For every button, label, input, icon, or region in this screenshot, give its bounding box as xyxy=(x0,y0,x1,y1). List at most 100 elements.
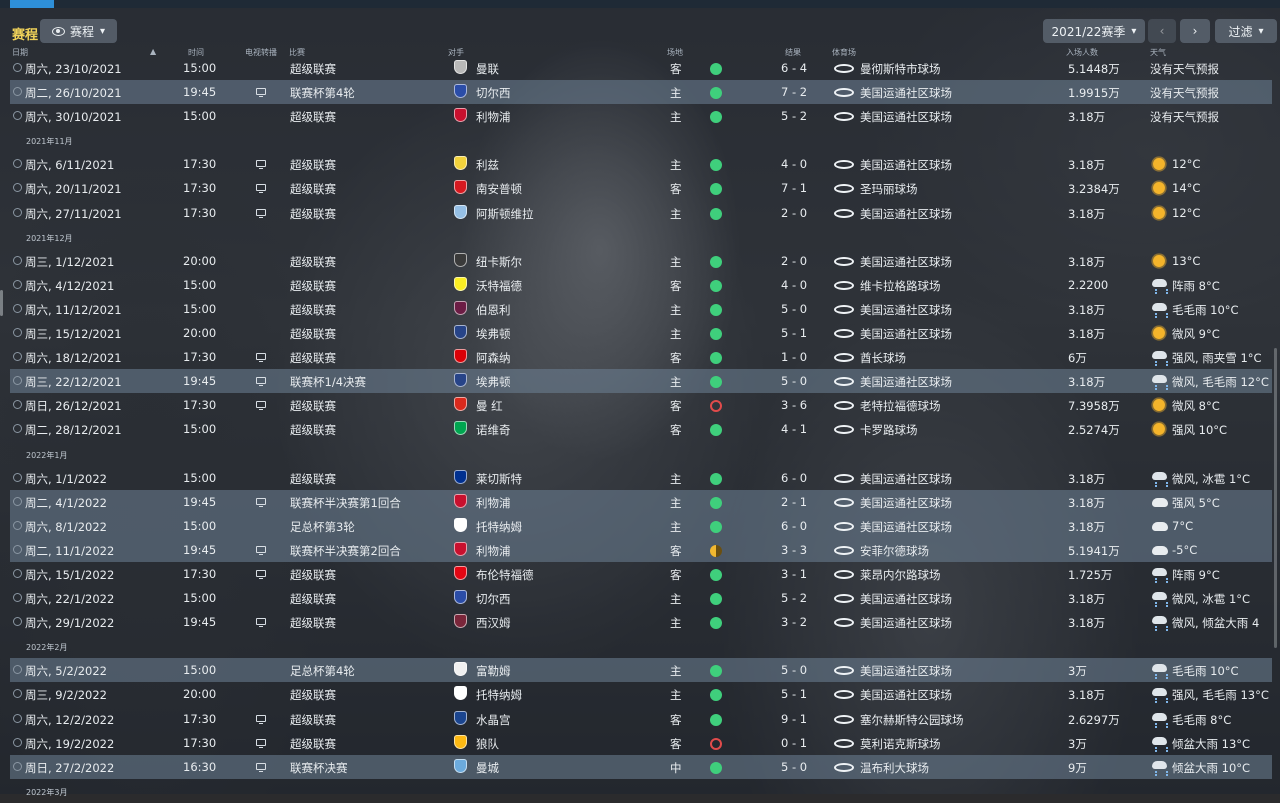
opponent-name[interactable]: 南安普顿 xyxy=(476,181,522,197)
season-dropdown-button[interactable]: 2021/22赛季 ▾ xyxy=(1043,19,1145,43)
opponent-name[interactable]: 埃弗顿 xyxy=(476,326,511,342)
opponent-name[interactable]: 纽卡斯尔 xyxy=(476,254,522,270)
opponent-name[interactable]: 曼城 xyxy=(476,760,499,776)
match-competition[interactable]: 联赛杯半决赛第2回合 xyxy=(290,543,401,559)
match-score[interactable]: 5 - 0 xyxy=(781,760,807,774)
opponent-name[interactable]: 诺维奇 xyxy=(476,422,511,438)
fixture-row[interactable]: 周六, 30/10/2021 15:00 超级联赛 利物浦 主 5 - 2 美国运通社区球场… xyxy=(10,104,1272,128)
fixture-row[interactable]: 周日, 27/2/2022 16:30 联赛杯决赛 曼城 中 5 - 0 温布利大球场 9万 倾… xyxy=(10,754,1272,779)
opponent-name[interactable]: 伯恩利 xyxy=(476,302,511,318)
match-score[interactable]: 3 - 3 xyxy=(781,543,807,557)
fixture-row[interactable]: 周三, 22/12/2021 19:45 联赛杯1/4决赛 埃弗顿 主 5 - 0 美国运通… xyxy=(10,369,1272,394)
fixture-row[interactable]: 周六, 12/2/2022 17:30 超级联赛 水晶宫 客 9 - 1 塞尔赫斯特公园球场… xyxy=(10,707,1272,731)
fixture-row[interactable]: 周二, 26/10/2021 19:45 联赛杯第4轮 切尔西 主 7 - 2 美国运通社区… xyxy=(10,80,1272,105)
match-competition[interactable]: 超级联赛 xyxy=(290,567,336,583)
opponent-name[interactable]: 沃特福德 xyxy=(476,278,522,294)
side-panel-handle[interactable] xyxy=(0,290,3,316)
fixture-row[interactable]: 周六, 23/10/2021 15:00 超级联赛 曼联 客 6 - 4 曼彻斯特市球场 5.… xyxy=(10,56,1272,80)
next-season-button[interactable]: › xyxy=(1180,19,1210,43)
opponent-name[interactable]: 托特纳姆 xyxy=(476,687,522,703)
view-dropdown-button[interactable]: 赛程 ▾ xyxy=(40,19,117,43)
opponent-name[interactable]: 利物浦 xyxy=(476,495,511,511)
opponent-name[interactable]: 富勒姆 xyxy=(476,663,511,679)
match-competition[interactable]: 超级联赛 xyxy=(290,350,336,366)
opponent-name[interactable]: 阿斯顿维拉 xyxy=(476,206,534,222)
fixture-row[interactable]: 周六, 22/1/2022 15:00 超级联赛 切尔西 主 5 - 2 美国运通社区球场 3… xyxy=(10,586,1272,610)
fixture-row[interactable]: 周二, 4/1/2022 19:45 联赛杯半决赛第1回合 利物浦 主 2 - 1 美国运通… xyxy=(10,489,1272,514)
match-competition[interactable]: 超级联赛 xyxy=(290,471,336,487)
match-competition[interactable]: 超级联赛 xyxy=(290,109,336,125)
match-competition[interactable]: 足总杯第4轮 xyxy=(290,663,355,679)
opponent-name[interactable]: 利兹 xyxy=(476,157,499,173)
fixture-row[interactable]: 周六, 5/2/2022 15:00 足总杯第4轮 富勒姆 主 5 - 0 美国运通社区球场… xyxy=(10,658,1272,683)
match-score[interactable]: 4 - 0 xyxy=(781,278,807,292)
fixture-row[interactable]: 周六, 6/11/2021 17:30 超级联赛 利兹 主 4 - 0 美国运通社区球场 3.… xyxy=(10,152,1272,176)
fixture-row[interactable]: 周日, 26/12/2021 17:30 超级联赛 曼 红 客 3 - 6 老特拉福德球场 7… xyxy=(10,393,1272,417)
match-competition[interactable]: 超级联赛 xyxy=(290,591,336,607)
match-score[interactable]: 6 - 0 xyxy=(781,471,807,485)
fixture-row[interactable]: 周三, 9/2/2022 20:00 超级联赛 托特纳姆 主 5 - 1 美国运通社区球场 3… xyxy=(10,682,1272,706)
match-competition[interactable]: 超级联赛 xyxy=(290,687,336,703)
match-competition[interactable]: 超级联赛 xyxy=(290,206,336,222)
match-score[interactable]: 7 - 1 xyxy=(781,181,807,195)
fixture-row[interactable]: 周二, 28/12/2021 15:00 超级联赛 诺维奇 客 4 - 1 卡罗路球场 2.5… xyxy=(10,417,1272,441)
match-score[interactable]: 5 - 2 xyxy=(781,591,807,605)
match-score[interactable]: 5 - 0 xyxy=(781,663,807,677)
match-score[interactable]: 6 - 0 xyxy=(781,519,807,533)
opponent-name[interactable]: 埃弗顿 xyxy=(476,374,511,390)
fixture-row[interactable]: 周六, 15/1/2022 17:30 超级联赛 布伦特福德 客 3 - 1 莱昂内尔路球场… xyxy=(10,562,1272,586)
match-competition[interactable]: 足总杯第3轮 xyxy=(290,519,355,535)
tab-active[interactable] xyxy=(10,0,54,8)
match-score[interactable]: 4 - 0 xyxy=(781,157,807,171)
match-competition[interactable]: 超级联赛 xyxy=(290,398,336,414)
match-competition[interactable]: 联赛杯半决赛第1回合 xyxy=(290,495,401,511)
scrollbar[interactable] xyxy=(1274,348,1277,648)
fixture-row[interactable]: 周六, 18/12/2021 17:30 超级联赛 阿森纳 客 1 - 0 酋长球场 6万 强风… xyxy=(10,345,1272,369)
opponent-name[interactable]: 狼队 xyxy=(476,736,499,752)
match-score[interactable]: 2 - 0 xyxy=(781,206,807,220)
match-score[interactable]: 3 - 1 xyxy=(781,567,807,581)
match-competition[interactable]: 超级联赛 xyxy=(290,181,336,197)
match-competition[interactable]: 联赛杯1/4决赛 xyxy=(290,374,366,390)
match-competition[interactable]: 超级联赛 xyxy=(290,157,336,173)
fixture-row[interactable]: 周二, 11/1/2022 19:45 联赛杯半决赛第2回合 利物浦 客 3 - 3 安菲尔… xyxy=(10,537,1272,562)
opponent-name[interactable]: 切尔西 xyxy=(476,591,511,607)
match-competition[interactable]: 超级联赛 xyxy=(290,615,336,631)
match-competition[interactable]: 超级联赛 xyxy=(290,278,336,294)
match-score[interactable]: 5 - 1 xyxy=(781,687,807,701)
match-competition[interactable]: 超级联赛 xyxy=(290,422,336,438)
fixture-row[interactable]: 周六, 29/1/2022 19:45 超级联赛 西汉姆 主 3 - 2 美国运通社区球场 3… xyxy=(10,610,1272,634)
fixture-row[interactable]: 周六, 27/11/2021 17:30 超级联赛 阿斯顿维拉 主 2 - 0 美国运通社区… xyxy=(10,201,1272,225)
opponent-name[interactable]: 阿森纳 xyxy=(476,350,511,366)
match-competition[interactable]: 超级联赛 xyxy=(290,712,336,728)
match-competition[interactable]: 超级联赛 xyxy=(290,302,336,318)
opponent-name[interactable]: 水晶宫 xyxy=(476,712,511,728)
match-score[interactable]: 5 - 2 xyxy=(781,109,807,123)
match-score[interactable]: 2 - 1 xyxy=(781,495,807,509)
match-score[interactable]: 7 - 2 xyxy=(781,85,807,99)
match-score[interactable]: 1 - 0 xyxy=(781,350,807,364)
match-score[interactable]: 3 - 6 xyxy=(781,398,807,412)
opponent-name[interactable]: 利物浦 xyxy=(476,543,511,559)
fixture-row[interactable]: 周六, 20/11/2021 17:30 超级联赛 南安普顿 客 7 - 1 圣玛丽球场 3.… xyxy=(10,176,1272,200)
opponent-name[interactable]: 布伦特福德 xyxy=(476,567,534,583)
opponent-name[interactable]: 曼联 xyxy=(476,61,499,77)
match-score[interactable]: 6 - 4 xyxy=(781,61,807,75)
match-score[interactable]: 3 - 2 xyxy=(781,615,807,629)
fixture-row[interactable]: 周六, 11/12/2021 15:00 超级联赛 伯恩利 主 5 - 0 美国运通社区球场… xyxy=(10,297,1272,321)
filter-dropdown-button[interactable]: 过滤 ▾ xyxy=(1215,19,1277,43)
fixture-row[interactable]: 周六, 19/2/2022 17:30 超级联赛 狼队 客 0 - 1 莫利诺克斯球场 3万 倾… xyxy=(10,731,1272,755)
match-score[interactable]: 5 - 1 xyxy=(781,326,807,340)
match-competition[interactable]: 超级联赛 xyxy=(290,61,336,77)
previous-season-button[interactable]: ‹ xyxy=(1148,19,1176,43)
opponent-name[interactable]: 莱切斯特 xyxy=(476,471,522,487)
fixture-row[interactable]: 周三, 15/12/2021 20:00 超级联赛 埃弗顿 主 5 - 1 美国运通社区球场… xyxy=(10,321,1272,345)
match-score[interactable]: 5 - 0 xyxy=(781,302,807,316)
opponent-name[interactable]: 利物浦 xyxy=(476,109,511,125)
match-competition[interactable]: 超级联赛 xyxy=(290,736,336,752)
match-competition[interactable]: 联赛杯决赛 xyxy=(290,760,348,776)
match-competition[interactable]: 联赛杯第4轮 xyxy=(290,85,355,101)
match-score[interactable]: 9 - 1 xyxy=(781,712,807,726)
fixture-row[interactable]: 周六, 4/12/2021 15:00 超级联赛 沃特福德 客 4 - 0 维卡拉格路球场 2… xyxy=(10,273,1272,297)
opponent-name[interactable]: 曼 红 xyxy=(476,398,503,414)
